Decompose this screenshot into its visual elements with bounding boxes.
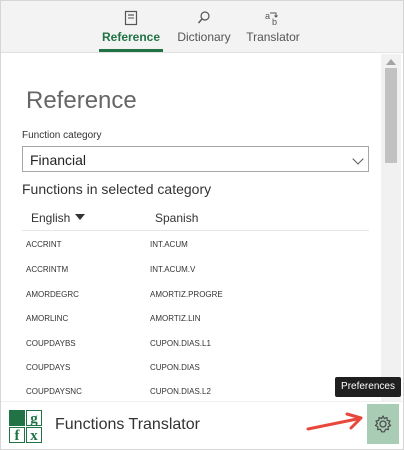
tab-reference[interactable]: Reference — [99, 9, 163, 52]
function-spanish: CUPON.DIAS.L1 — [150, 339, 211, 348]
function-spanish: INT.ACUM — [150, 240, 188, 249]
scrollbar-thumb[interactable] — [385, 68, 397, 163]
section-title: Functions in selected category — [22, 181, 212, 197]
function-english: ACCRINT — [26, 240, 62, 249]
function-english: COUPDAYBS — [26, 339, 76, 348]
scroll-up-arrow-icon[interactable] — [386, 59, 396, 65]
column-header-english-label: English — [31, 211, 71, 225]
app-title: Functions Translator — [55, 416, 200, 433]
app-frame: Reference Dictionary a b Translator Refe… — [0, 0, 404, 450]
logo-letter-x: x — [26, 427, 42, 444]
logo-letter-f: f — [9, 427, 25, 444]
function-english: COUPDAYS — [26, 363, 71, 372]
header-divider — [22, 230, 369, 231]
tab-translator-label: Translator — [246, 30, 300, 44]
function-row[interactable]: COUPDAYSNC CUPON.DIAS.L2 — [26, 381, 366, 401]
tab-translator[interactable]: a b Translator — [245, 9, 301, 51]
function-row[interactable]: COUPDAYBS CUPON.DIAS.L1 — [26, 333, 366, 357]
page-title: Reference — [26, 87, 137, 114]
function-row[interactable]: ACCRINT INT.ACUM — [26, 234, 366, 258]
function-english: ACCRINTM — [26, 265, 69, 274]
function-category-select[interactable]: Financial — [22, 146, 369, 172]
function-category-label: Function category — [22, 130, 102, 141]
vertical-scrollbar[interactable] — [381, 54, 401, 401]
reference-panel: Reference Function category Financial Fu… — [9, 54, 381, 401]
preferences-tooltip: Preferences — [335, 377, 401, 397]
logo-letter-g: g — [26, 410, 42, 427]
function-english: COUPDAYSNC — [26, 387, 82, 396]
function-spanish: CUPON.DIAS.L2 — [150, 387, 211, 396]
column-header-english[interactable]: English — [31, 211, 86, 225]
search-icon — [197, 11, 210, 24]
function-english: AMORLINC — [26, 314, 69, 323]
function-row[interactable]: ACCRINTM INT.ACUM.V — [26, 259, 366, 283]
book-icon — [124, 10, 138, 26]
sort-caret-icon — [75, 214, 86, 220]
tab-dictionary-label: Dictionary — [177, 30, 231, 44]
function-category-value: Financial — [30, 152, 87, 168]
function-row[interactable]: COUPDAYS CUPON.DIAS — [26, 357, 366, 381]
column-header-spanish: Spanish — [155, 211, 199, 225]
preferences-button[interactable] — [367, 404, 399, 444]
translate-icon: a b — [265, 11, 278, 27]
function-spanish: AMORTIZ.LIN — [150, 314, 201, 323]
function-spanish: CUPON.DIAS — [150, 363, 200, 372]
tab-reference-label: Reference — [101, 30, 161, 44]
gear-icon — [374, 415, 392, 433]
logo-block — [9, 410, 25, 426]
chevron-down-icon — [352, 153, 364, 165]
annotation-arrow-icon — [306, 412, 363, 431]
function-spanish: INT.ACUM.V — [150, 265, 196, 274]
svg-text:b: b — [272, 17, 277, 27]
function-spanish: AMORTIZ.PROGRE — [150, 290, 223, 299]
function-row[interactable]: AMORLINC AMORTIZ.LIN — [26, 308, 366, 332]
tab-bar: Reference Dictionary a b Translator — [1, 1, 403, 53]
svg-text:a: a — [265, 11, 270, 21]
function-row[interactable]: AMORDEGRC AMORTIZ.PROGRE — [26, 284, 366, 308]
tab-dictionary[interactable]: Dictionary — [176, 9, 232, 51]
app-logo: g f x — [9, 410, 42, 444]
function-english: AMORDEGRC — [26, 290, 79, 299]
